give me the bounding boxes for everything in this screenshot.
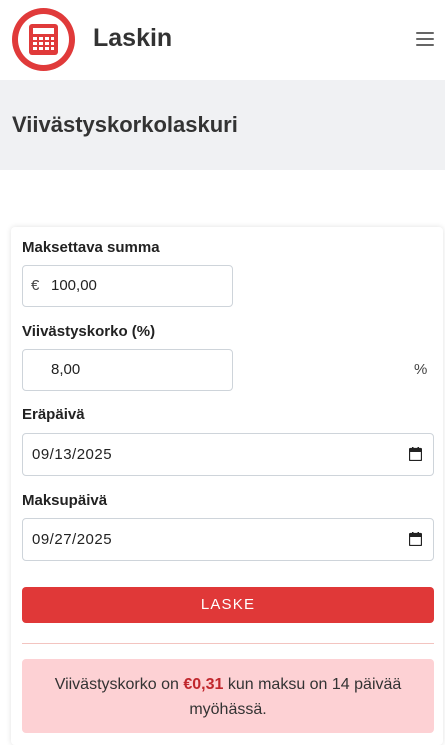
percent-suffix: % xyxy=(414,361,428,378)
result-amount: €0,31 xyxy=(183,676,224,693)
app-title[interactable]: Laskin xyxy=(93,24,172,53)
calculator-logo-icon[interactable] xyxy=(12,8,75,71)
amount-value: 100,00 xyxy=(51,277,97,294)
due-date-label: Eräpäivä xyxy=(22,406,85,423)
calendar-icon[interactable] xyxy=(409,447,422,461)
amount-label: Maksettava summa xyxy=(22,239,160,256)
due-date-input[interactable]: 09/13/2025 xyxy=(22,433,434,476)
pay-date-value: 09/27/2025 xyxy=(32,531,113,548)
calendar-icon[interactable] xyxy=(409,532,422,546)
result-text-before: Viivästyskorko on xyxy=(54,676,179,693)
rate-label: Viivästyskorko (%) xyxy=(22,323,156,340)
rate-value: 8,00 xyxy=(51,361,81,378)
hamburger-menu-icon[interactable] xyxy=(416,32,434,48)
calculate-button[interactable]: LASKE xyxy=(22,587,434,623)
due-date-value: 09/13/2025 xyxy=(32,446,113,463)
amount-input[interactable]: € 100,00 xyxy=(22,265,233,307)
divider xyxy=(22,643,434,644)
page-title: Viivästyskorkolaskuri xyxy=(12,112,238,137)
euro-prefix: € xyxy=(31,277,40,294)
app-header: Laskin xyxy=(0,0,445,80)
pay-date-input[interactable]: 09/27/2025 xyxy=(22,518,434,561)
rate-input[interactable]: 8,00 xyxy=(22,349,233,391)
pay-date-label: Maksupäivä xyxy=(22,492,108,509)
result-box: Viivästyskorko on €0,31 kun maksu on 14 … xyxy=(22,659,434,733)
